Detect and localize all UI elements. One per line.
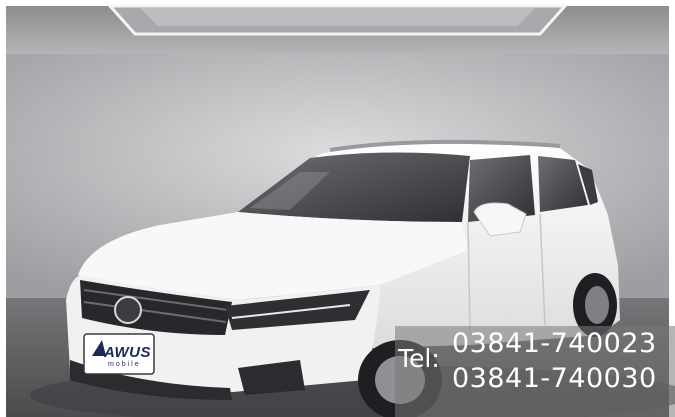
tel-label: Tel:	[398, 344, 440, 373]
rear-wheel-rim	[585, 286, 609, 324]
phone-number-2: 03841-740030	[452, 363, 657, 394]
phone-number-1: 03841-740023	[452, 328, 657, 359]
ceiling-light-inner	[140, 8, 535, 26]
photo-frame: AWUS mobile Tel: 03841-740023 03841-7400…	[0, 0, 675, 417]
plate-brand-text: AWUS	[104, 344, 151, 361]
brand-logo	[114, 296, 142, 324]
plate-sub-text: mobile	[108, 361, 141, 368]
